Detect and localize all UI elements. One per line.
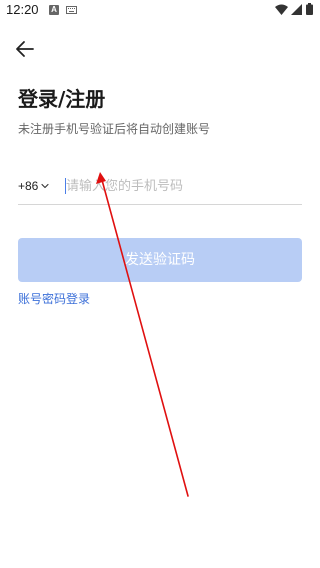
send-verification-code-button[interactable]: 发送验证码 bbox=[18, 238, 302, 282]
status-bar: 12:20 A bbox=[0, 0, 320, 22]
text-cursor bbox=[65, 178, 66, 194]
notification-a-icon: A bbox=[49, 5, 59, 15]
phone-number-input[interactable] bbox=[64, 172, 302, 200]
login-screen: 12:20 A 登录/注册 未注册手机号验证后将自动创建账号 +86 请输入您的… bbox=[0, 0, 320, 568]
signal-icon bbox=[291, 4, 302, 15]
password-login-link[interactable]: 账号密码登录 bbox=[18, 291, 90, 307]
country-code-label: +86 bbox=[18, 179, 39, 193]
page-title: 登录/注册 bbox=[18, 87, 106, 111]
arrow-left-icon bbox=[16, 41, 34, 57]
phone-input-row: +86 bbox=[18, 172, 302, 205]
page-subtitle: 未注册手机号验证后将自动创建账号 bbox=[18, 122, 211, 136]
keyboard-icon bbox=[66, 6, 77, 14]
battery-icon bbox=[306, 3, 313, 15]
wifi-icon bbox=[275, 4, 288, 15]
back-button[interactable] bbox=[12, 36, 38, 62]
status-time: 12:20 bbox=[6, 2, 39, 17]
chevron-down-icon bbox=[41, 183, 49, 189]
country-code-selector[interactable]: +86 bbox=[18, 172, 50, 200]
